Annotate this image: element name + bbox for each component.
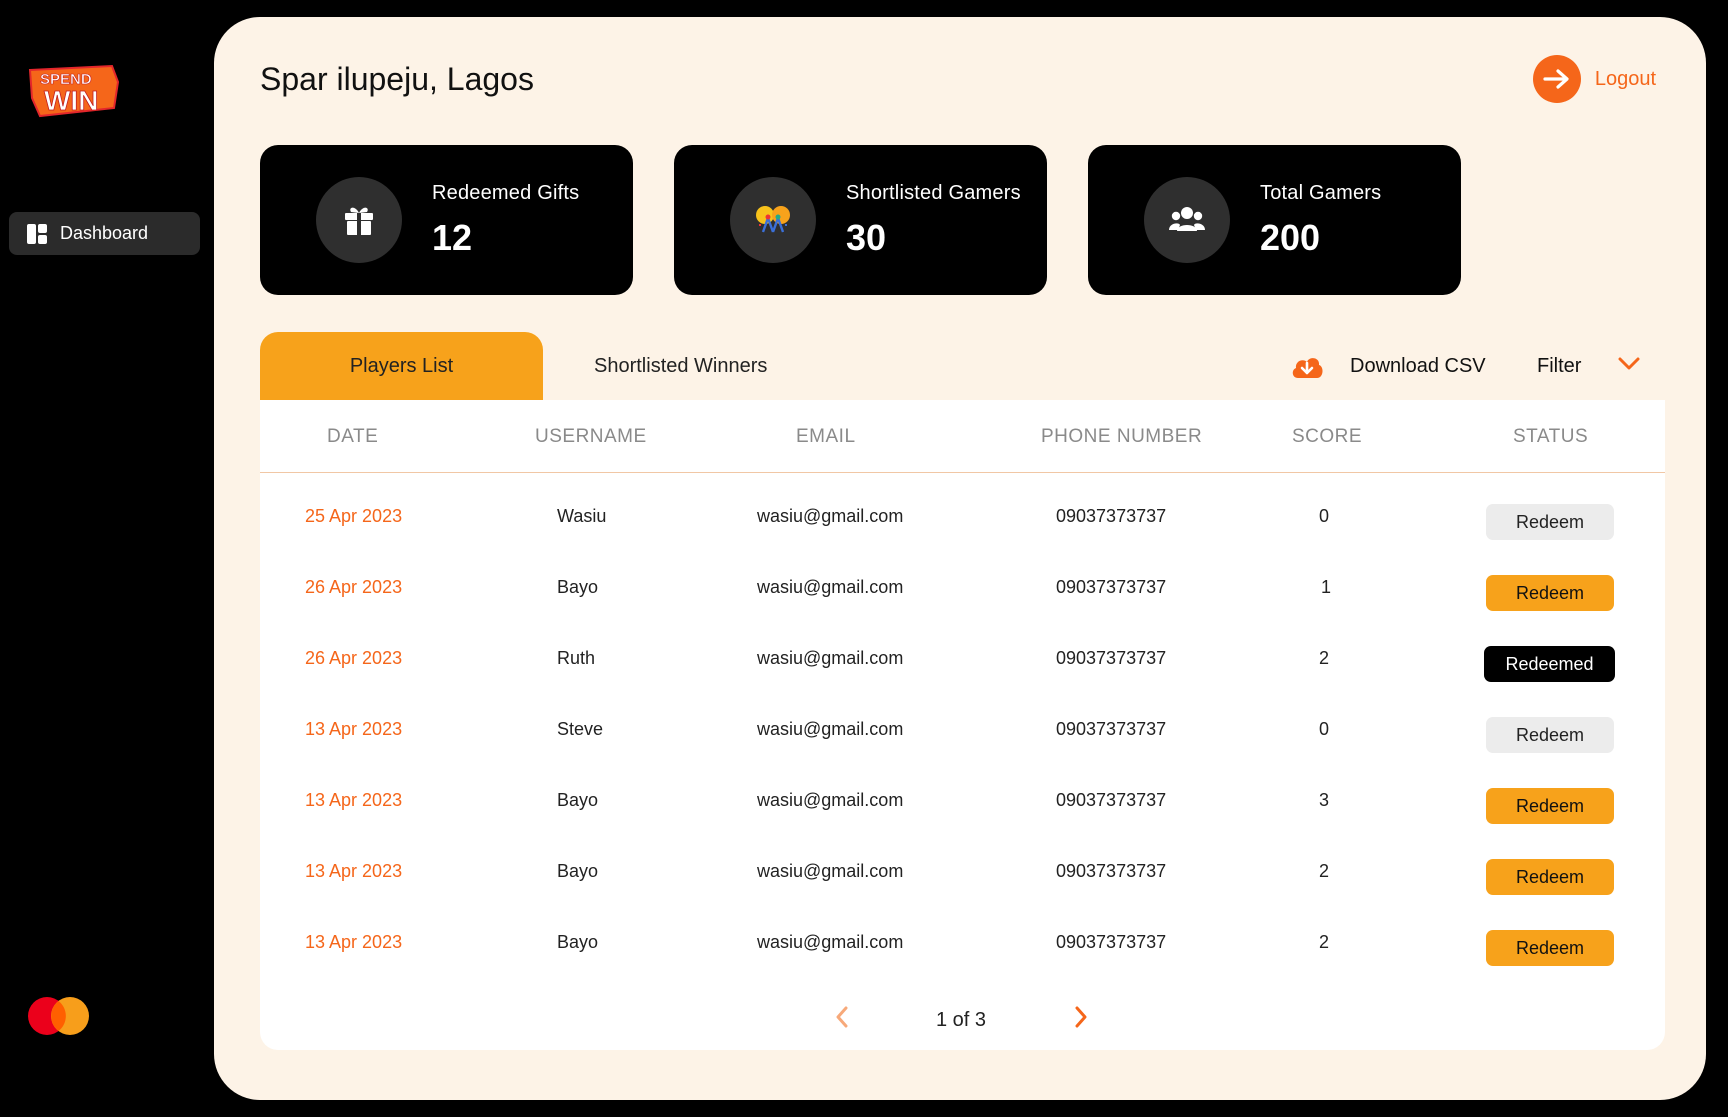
chevron-right-icon[interactable]	[1073, 1005, 1089, 1034]
stat-card-redeemed-gifts: Redeemed Gifts 12	[260, 145, 633, 295]
cell-phone: 09037373737	[1056, 932, 1167, 952]
cell-phone: 09037373737	[1056, 861, 1167, 881]
table-row: 13 Apr 2023 Bayo wasiu@gmail.com 0903737…	[260, 908, 1665, 979]
sidebar-item-dashboard[interactable]: Dashboard	[9, 212, 200, 255]
download-csv-button[interactable]: Download CSV	[1290, 332, 1486, 400]
stat-card-total-gamers: Total Gamers 200	[1088, 145, 1461, 295]
logout-arrow-icon	[1532, 55, 1581, 103]
cell-email: wasiu@gmail.com	[757, 648, 904, 668]
cell-date: 26 Apr 2023	[305, 648, 403, 668]
stat-label: Redeemed Gifts	[432, 181, 580, 204]
stat-value: 12	[432, 216, 473, 258]
cell-username: Bayo	[557, 577, 599, 597]
celebration-icon	[730, 177, 816, 263]
tab-players-list[interactable]: Players List	[260, 332, 543, 400]
stat-value: 30	[846, 216, 887, 258]
cell-email: wasiu@gmail.com	[757, 506, 904, 526]
sidebar-item-label: Dashboard	[60, 223, 149, 243]
cell-date: 13 Apr 2023	[305, 719, 403, 739]
cell-phone: 09037373737	[1056, 719, 1167, 739]
cell-username: Ruth	[557, 648, 596, 668]
table-row: 25 Apr 2023 Wasiu wasiu@gmail.com 090373…	[260, 482, 1665, 553]
cell-date: 13 Apr 2023	[305, 861, 403, 881]
page-title: Spar ilupeju, Lagos	[260, 61, 534, 97]
redeem-button[interactable]: Redeem	[1486, 788, 1614, 824]
tab-shortlisted-winners[interactable]: Shortlisted Winners	[594, 332, 767, 400]
cell-email: wasiu@gmail.com	[757, 790, 904, 810]
redeem-button[interactable]: Redeem	[1486, 575, 1614, 611]
table-row: 26 Apr 2023 Ruth wasiu@gmail.com 0903737…	[260, 624, 1665, 695]
filter-dropdown[interactable]: Filter	[1537, 332, 1640, 400]
filter-label: Filter	[1537, 354, 1582, 377]
cell-score: 0	[1319, 506, 1330, 526]
spend-and-win-logo: SPEND WIN	[26, 62, 122, 120]
cell-score: 2	[1319, 932, 1330, 952]
cell-email: wasiu@gmail.com	[757, 861, 904, 881]
gift-icon	[316, 177, 402, 263]
cell-email: wasiu@gmail.com	[757, 577, 904, 597]
cell-date: 13 Apr 2023	[305, 932, 403, 952]
chevron-down-icon	[1618, 357, 1640, 376]
column-header-phone: PHONE NUMBER	[1041, 426, 1203, 447]
download-csv-label: Download CSV	[1350, 354, 1486, 377]
table-row: 26 Apr 2023 Bayo wasiu@gmail.com 0903737…	[260, 553, 1665, 624]
column-header-score: SCORE	[1292, 426, 1363, 447]
cell-username: Bayo	[557, 861, 599, 881]
dashboard-icon	[26, 223, 48, 245]
cell-username: Steve	[557, 719, 604, 739]
logout-label: Logout	[1594, 67, 1656, 90]
mastercard-logo	[27, 996, 91, 1036]
stat-card-shortlisted-gamers: Shortlisted Gamers 30	[674, 145, 1047, 295]
cell-score: 3	[1319, 790, 1330, 810]
stat-label: Shortlisted Gamers	[846, 181, 1021, 204]
cell-email: wasiu@gmail.com	[757, 719, 904, 739]
main-panel: Spar ilupeju, Lagos Logout Redeemed Gift…	[214, 17, 1706, 1100]
redeem-button[interactable]: Redeem	[1486, 717, 1614, 753]
page-indicator: 1 of 3	[936, 1009, 987, 1031]
cell-phone: 09037373737	[1056, 648, 1167, 668]
players-table: DATE USERNAME EMAIL PHONE NUMBER SCORE S…	[260, 400, 1665, 1050]
table-row: 13 Apr 2023 Steve wasiu@gmail.com 090373…	[260, 695, 1665, 766]
redeem-button[interactable]: Redeem	[1486, 930, 1614, 966]
logout-button[interactable]: Logout	[1532, 55, 1656, 103]
cell-score: 1	[1321, 577, 1332, 597]
table-row: 13 Apr 2023 Bayo wasiu@gmail.com 0903737…	[260, 837, 1665, 908]
pagination: 1 of 3	[260, 1005, 1665, 1035]
chevron-left-icon[interactable]	[834, 1005, 850, 1034]
stat-label: Total Gamers	[1260, 181, 1382, 204]
redeem-button[interactable]: Redeem	[1486, 504, 1614, 540]
redeem-button[interactable]: Redeem	[1486, 859, 1614, 895]
column-header-email: EMAIL	[796, 426, 856, 447]
stat-value: 200	[1260, 216, 1321, 258]
svg-text:WIN: WIN	[44, 85, 98, 116]
cell-score: 0	[1319, 719, 1330, 739]
table-row: 13 Apr 2023 Bayo wasiu@gmail.com 0903737…	[260, 766, 1665, 837]
stats-row: Redeemed Gifts 12 Shortlisted Gamers 30	[260, 145, 1461, 295]
cell-username: Bayo	[557, 790, 599, 810]
column-header-status: STATUS	[1513, 426, 1589, 447]
cloud-download-icon	[1290, 352, 1324, 380]
column-header-date: DATE	[327, 426, 379, 447]
tab-bar: Players List Shortlisted Winners Downloa…	[260, 332, 1665, 400]
cell-phone: 09037373737	[1056, 790, 1167, 810]
cell-date: 13 Apr 2023	[305, 790, 403, 810]
cell-phone: 09037373737	[1056, 506, 1167, 526]
column-header-username: USERNAME	[535, 426, 647, 447]
cell-date: 26 Apr 2023	[305, 577, 403, 597]
redeemed-button[interactable]: Redeemed	[1484, 646, 1615, 682]
cell-score: 2	[1319, 648, 1330, 668]
cell-date: 25 Apr 2023	[305, 506, 403, 526]
cell-username: Bayo	[557, 932, 599, 952]
cell-score: 2	[1319, 861, 1330, 881]
cell-email: wasiu@gmail.com	[757, 932, 904, 952]
users-icon	[1144, 177, 1230, 263]
cell-username: Wasiu	[557, 506, 607, 526]
table-header: DATE USERNAME EMAIL PHONE NUMBER SCORE S…	[260, 400, 1665, 473]
cell-phone: 09037373737	[1056, 577, 1167, 597]
